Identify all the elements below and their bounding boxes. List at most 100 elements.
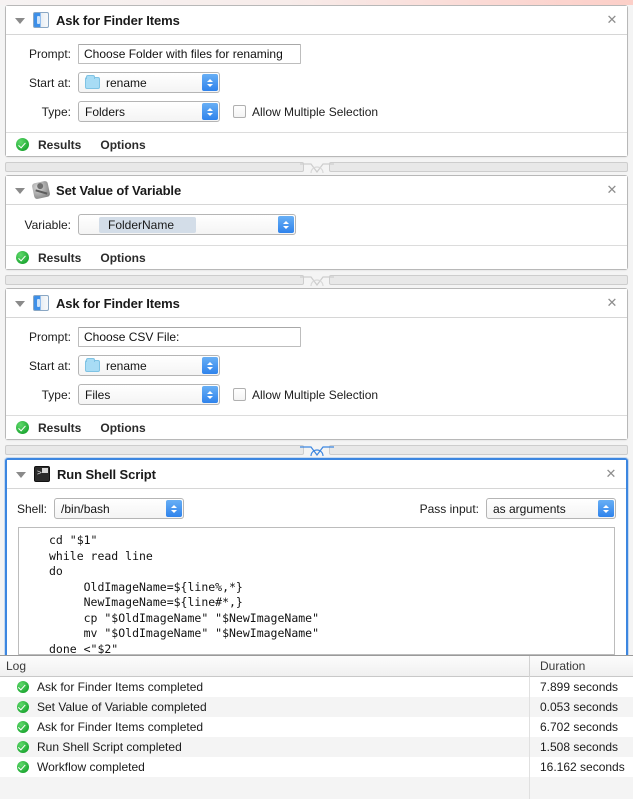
- prompt-input[interactable]: Choose Folder with files for renaming: [78, 44, 301, 64]
- action-title: Set Value of Variable: [56, 182, 182, 198]
- options-button[interactable]: Options: [100, 421, 145, 435]
- log-empty-row: [0, 777, 633, 799]
- results-button[interactable]: Results: [38, 251, 81, 265]
- action-header[interactable]: Set Value of Variable ✕: [6, 176, 627, 205]
- chevron-updown-icon[interactable]: [202, 74, 218, 91]
- variable-robot-icon: [31, 180, 51, 200]
- type-label: Type:: [41, 104, 71, 119]
- log-row[interactable]: Ask for Finder Items completed 6.702 sec…: [0, 717, 633, 737]
- log-row-label: Ask for Finder Items completed: [37, 720, 204, 734]
- disclosure-triangle-icon[interactable]: [15, 298, 26, 309]
- success-check-icon: [17, 741, 29, 753]
- log-row-duration: 1.508 seconds: [529, 737, 633, 757]
- allow-multiple-selection-label: Allow Multiple Selection: [252, 387, 379, 402]
- action-header[interactable]: Ask for Finder Items ✕: [6, 289, 627, 318]
- action-header[interactable]: Run Shell Script ✕: [7, 460, 626, 489]
- action-ask-for-finder-items-1[interactable]: Ask for Finder Items ✕ Prompt: Choose Fo…: [5, 5, 628, 157]
- allow-multiple-selection-row[interactable]: Allow Multiple Selection: [233, 105, 378, 119]
- allow-multiple-selection-row[interactable]: Allow Multiple Selection: [233, 388, 378, 402]
- close-icon[interactable]: ✕: [605, 13, 619, 27]
- options-button[interactable]: Options: [100, 138, 145, 152]
- type-value: Folders: [85, 104, 126, 119]
- log-column-header-duration[interactable]: Duration: [529, 655, 633, 677]
- chevron-updown-icon[interactable]: [278, 216, 294, 233]
- script-content[interactable]: cd "$1" while read line do OldImageName=…: [25, 533, 608, 654]
- prompt-input[interactable]: Choose CSV File:: [78, 327, 301, 347]
- close-icon[interactable]: ✕: [604, 467, 618, 481]
- variable-popup[interactable]: FolderName: [78, 214, 296, 235]
- log-row-duration: 0.053 seconds: [529, 697, 633, 717]
- chevron-updown-icon[interactable]: [166, 500, 183, 517]
- log-column-header-name[interactable]: Log: [0, 659, 529, 673]
- action-ask-for-finder-items-2[interactable]: Ask for Finder Items ✕ Prompt: Choose CS…: [5, 288, 628, 440]
- start-at-row: Start at: rename: [16, 355, 617, 376]
- chevron-updown-icon[interactable]: [202, 103, 218, 120]
- log-row-label: Workflow completed: [37, 760, 145, 774]
- start-at-row: Start at: rename: [16, 72, 617, 93]
- puzzle-notch-icon: [299, 271, 334, 287]
- shell-label: Shell:: [17, 501, 48, 516]
- action-set-value-of-variable[interactable]: Set Value of Variable ✕ Variable: Folder…: [5, 175, 628, 270]
- action-connector: [5, 157, 628, 175]
- log-row[interactable]: Set Value of Variable completed 0.053 se…: [0, 697, 633, 717]
- variable-row: Variable: FolderName: [16, 214, 617, 235]
- log-table-header: Log Duration: [0, 655, 633, 677]
- variable-token: FolderName: [99, 216, 197, 233]
- action-body: Prompt: Choose CSV File: Start at: renam…: [6, 318, 627, 415]
- pass-input-popup[interactable]: as arguments: [486, 498, 616, 519]
- action-body: Variable: FolderName: [6, 205, 627, 245]
- action-connector: [5, 440, 628, 458]
- disclosure-triangle-icon[interactable]: [16, 469, 27, 480]
- log-row[interactable]: Ask for Finder Items completed 7.899 sec…: [0, 677, 633, 697]
- log-row-name-cell: Set Value of Variable completed: [0, 700, 529, 714]
- log-row-name-cell: Workflow completed: [0, 760, 529, 774]
- disclosure-triangle-icon[interactable]: [15, 15, 26, 26]
- variable-label: Variable:: [24, 217, 71, 232]
- script-editor[interactable]: cd "$1" while read line do OldImageName=…: [18, 527, 615, 655]
- action-run-shell-script[interactable]: Run Shell Script ✕ Shell: /bin/bash Pass…: [5, 458, 628, 655]
- workflow-canvas[interactable]: Ask for Finder Items ✕ Prompt: Choose Fo…: [0, 5, 633, 655]
- close-icon[interactable]: ✕: [605, 296, 619, 310]
- results-button[interactable]: Results: [38, 421, 81, 435]
- action-footer: Results Options: [6, 132, 627, 156]
- type-value: Files: [85, 387, 111, 402]
- action-body: Prompt: Choose Folder with files for ren…: [6, 35, 627, 132]
- action-title: Run Shell Script: [57, 466, 156, 482]
- results-button[interactable]: Results: [38, 138, 81, 152]
- start-at-label: Start at:: [28, 75, 71, 90]
- start-at-popup[interactable]: rename: [78, 355, 220, 376]
- action-header[interactable]: Ask for Finder Items ✕: [6, 6, 627, 35]
- log-row[interactable]: Run Shell Script completed 1.508 seconds: [0, 737, 633, 757]
- options-button[interactable]: Options: [100, 251, 145, 265]
- folder-icon: [85, 74, 100, 89]
- shell-options-row: Shell: /bin/bash Pass input: as argument…: [17, 498, 616, 519]
- chevron-updown-icon[interactable]: [202, 386, 218, 403]
- allow-multiple-selection-checkbox[interactable]: [233, 388, 246, 401]
- log-row-duration: 16.162 seconds: [529, 757, 633, 777]
- chevron-updown-icon[interactable]: [598, 500, 614, 517]
- type-popup[interactable]: Files: [78, 384, 220, 405]
- log-row-label: Run Shell Script completed: [37, 740, 182, 754]
- status-check-icon: [16, 138, 29, 151]
- allow-multiple-selection-checkbox[interactable]: [233, 105, 246, 118]
- pass-input-label: Pass input:: [419, 501, 479, 516]
- action-footer: Results Options: [6, 245, 627, 269]
- type-popup[interactable]: Folders: [78, 101, 220, 122]
- log-row-duration: 6.702 seconds: [529, 717, 633, 737]
- puzzle-notch-icon: [299, 441, 334, 457]
- start-at-popup[interactable]: rename: [78, 72, 220, 93]
- success-check-icon: [17, 761, 29, 773]
- allow-multiple-selection-label: Allow Multiple Selection: [252, 104, 379, 119]
- shell-popup[interactable]: /bin/bash: [54, 498, 185, 519]
- success-check-icon: [17, 701, 29, 713]
- close-icon[interactable]: ✕: [605, 183, 619, 197]
- chevron-updown-icon[interactable]: [202, 357, 218, 374]
- action-title: Ask for Finder Items: [56, 295, 180, 311]
- log-row[interactable]: Workflow completed 16.162 seconds: [0, 757, 633, 777]
- folder-icon: [85, 357, 100, 372]
- success-check-icon: [17, 681, 29, 693]
- action-footer: Results Options: [6, 415, 627, 439]
- action-title: Ask for Finder Items: [56, 12, 180, 28]
- prompt-label: Prompt:: [28, 330, 71, 344]
- disclosure-triangle-icon[interactable]: [15, 185, 26, 196]
